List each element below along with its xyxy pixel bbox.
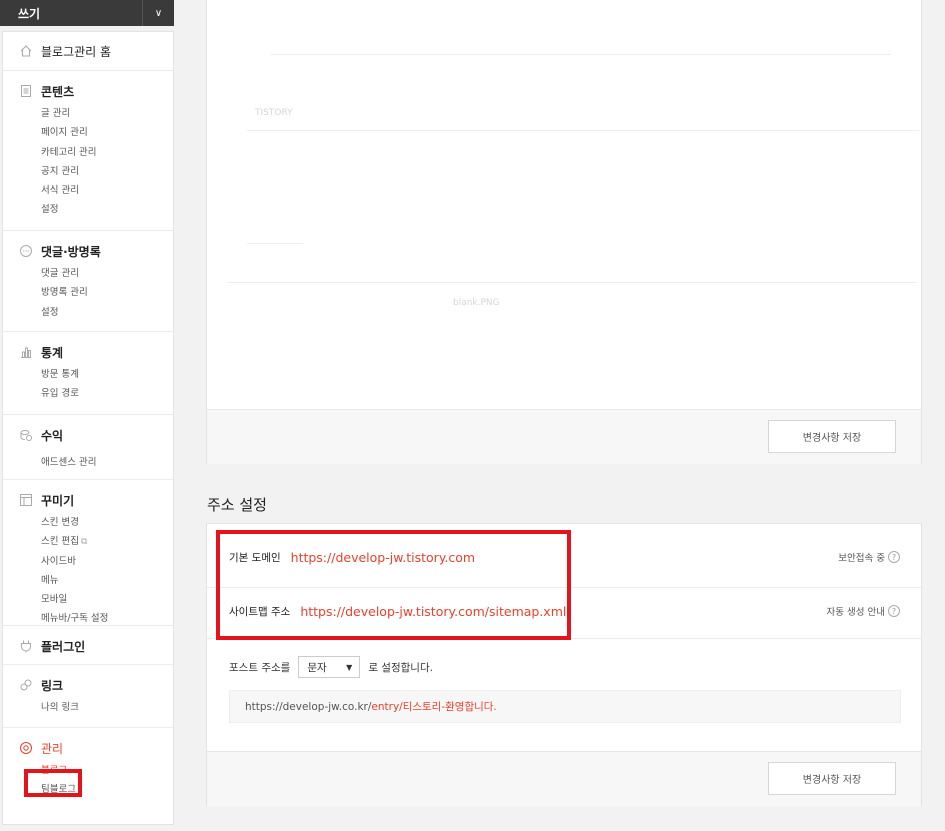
sidebar-item-revenue[interactable]: 수익 — [19, 425, 173, 445]
sidebar-item-category-manage[interactable]: 카테고리 관리 — [41, 143, 173, 162]
post-address-row: 포스트 주소를 문자 ▼ 로 설정합니다. — [229, 656, 433, 678]
sidebar-item-adsense[interactable]: 애드센스 관리 — [41, 453, 173, 472]
sidebar-item-page-manage[interactable]: 페이지 관리 — [41, 123, 173, 142]
sidebar-item-visit-stats[interactable]: 방문 통계 — [41, 365, 173, 384]
auto-generate-label: 자동 생성 안내 — [826, 607, 885, 618]
sidebar-item-admin[interactable]: 관리 — [19, 738, 173, 758]
external-link-icon: ⧉ — [80, 537, 88, 548]
sidebar-item-menu[interactable]: 메뉴 — [41, 571, 173, 590]
domain-row: 기본 도메인 https://develop-jw.tistory.com 보안… — [207, 530, 921, 584]
post-address-select[interactable]: 문자 ▼ — [298, 656, 361, 678]
faint-divider — [247, 243, 303, 244]
sidebar-item-content[interactable]: 콘텐츠 — [19, 81, 173, 101]
address-settings-panel: 기본 도메인 https://develop-jw.tistory.com 보안… — [206, 523, 922, 806]
document-icon — [19, 84, 33, 98]
post-address-suffix: 로 설정합니다. — [368, 661, 433, 674]
sidebar-item-skin-change[interactable]: 스킨 변경 — [41, 513, 173, 532]
sidebar-section-home: 블로그관리 홈 — [3, 32, 173, 71]
help-icon: ? — [888, 551, 900, 563]
bar-chart-icon — [19, 345, 33, 359]
sidebar-item-design[interactable]: 꾸미기 — [19, 490, 173, 510]
sidebar-item-sidebar[interactable]: 사이드바 — [41, 552, 173, 571]
sidebar-item-my-links[interactable]: 나의 링크 — [41, 698, 173, 717]
save-row: 변경사항 저장 — [207, 409, 921, 464]
sidebar-item-blog[interactable]: 블로그 — [41, 761, 173, 780]
sidebar-item-comment-manage[interactable]: 댓글 관리 — [41, 264, 173, 283]
write-dropdown-toggle[interactable]: ∨ — [142, 0, 174, 26]
domain-label: 기본 도메인 — [229, 551, 281, 564]
sidebar-item-link[interactable]: 링크 — [19, 675, 173, 695]
sidebar-section-title: 꾸미기 — [41, 493, 75, 508]
example-base-url: https://develop-jw.co.kr/ — [245, 700, 372, 713]
sidebar-section-admin: 관리 블로그 팀블로그 — [3, 728, 173, 803]
save-row: 변경사항 저장 — [207, 751, 921, 806]
sidebar-section-title: 관리 — [41, 741, 64, 756]
write-bar: 쓰기 ∨ — [0, 0, 174, 26]
save-button-top[interactable]: 변경사항 저장 — [768, 420, 896, 453]
post-address-select-value: 문자 — [307, 661, 327, 674]
sidebar-item-skin-edit[interactable]: 스킨 편집 ⧉ — [41, 532, 173, 551]
sidebar-section-design: 꾸미기 스킨 변경 스킨 편집 ⧉ 사이드바 메뉴 모바일 메뉴바/구독 설정 — [3, 480, 173, 626]
faint-divider — [271, 54, 891, 55]
faint-divider — [247, 130, 919, 131]
sidebar-section-link: 링크 나의 링크 — [3, 665, 173, 728]
secure-connection-label: 보안접속 중 — [838, 553, 885, 564]
sidebar-item-plugin[interactable]: 플러그인 — [19, 636, 173, 656]
sidebar-section-content: 콘텐츠 글 관리 페이지 관리 카테고리 관리 공지 관리 서식 관리 설정 — [3, 71, 173, 231]
link-icon — [19, 678, 33, 692]
sidebar-item-comment-settings[interactable]: 설정 — [41, 303, 173, 322]
sitemap-row: 사이트맵 주소 https://develop-jw.tistory.com/s… — [207, 584, 921, 638]
sidebar-item-post-manage[interactable]: 글 관리 — [41, 104, 173, 123]
sidebar-section-title: 통계 — [41, 345, 64, 360]
caret-down-icon: ▼ — [346, 662, 353, 672]
sidebar-section-revenue: 수익 애드센스 관리 — [3, 415, 173, 480]
sidebar-section-stats: 통계 방문 통계 유입 경로 — [3, 332, 173, 415]
coin-icon — [19, 428, 33, 442]
help-icon: ? — [888, 605, 900, 617]
sidebar-menu: 블로그관리 홈 콘텐츠 글 관리 페이지 관리 카테고리 관리 공지 관리 서식… — [2, 31, 174, 825]
write-button[interactable]: 쓰기 — [0, 0, 142, 26]
skin-edit-label: 스킨 편집 — [41, 536, 79, 548]
sidebar-item-notice-manage[interactable]: 공지 관리 — [41, 162, 173, 181]
secure-connection-info[interactable]: 보안접속 중 ? — [838, 550, 900, 564]
comment-icon — [19, 244, 33, 258]
sidebar-item-content-settings[interactable]: 설정 — [41, 200, 173, 219]
gear-icon — [19, 741, 33, 755]
sidebar-section-title: 댓글·방명록 — [41, 244, 101, 259]
save-button-address[interactable]: 변경사항 저장 — [768, 762, 896, 795]
sidebar-section-title: 콘텐츠 — [41, 84, 75, 99]
sidebar-home-label: 블로그관리 홈 — [41, 44, 112, 59]
sidebar-item-referrer[interactable]: 유입 경로 — [41, 384, 173, 403]
sidebar-item-home[interactable]: 블로그관리 홈 — [19, 41, 173, 61]
sitemap-label: 사이트맵 주소 — [229, 605, 291, 618]
row-divider — [207, 638, 921, 639]
sitemap-url[interactable]: https://develop-jw.tistory.com/sitemap.x… — [300, 604, 566, 619]
plug-icon — [19, 639, 33, 653]
auto-generate-info[interactable]: 자동 생성 안내 ? — [827, 604, 900, 618]
faint-divider — [227, 282, 917, 283]
blog-settings-panel: TISTORY blank.PNG 변경사항 저장 — [206, 0, 922, 464]
sidebar-item-mobile[interactable]: 모바일 — [41, 590, 173, 609]
post-address-prefix: 포스트 주소를 — [229, 661, 291, 674]
sidebar-item-team-blog[interactable]: 팀블로그 — [41, 780, 173, 799]
sidebar-section-plugin: 플러그인 — [3, 626, 173, 665]
sidebar: 쓰기 ∨ 블로그관리 홈 콘텐츠 글 관리 페이지 관리 카테고리 관리 공지 … — [0, 0, 174, 831]
layout-icon — [19, 493, 33, 507]
faint-label: TISTORY — [255, 108, 293, 118]
chevron-down-icon: ∨ — [154, 7, 163, 19]
sidebar-section-title: 수익 — [41, 428, 64, 443]
faint-filename: blank.PNG — [453, 298, 500, 308]
address-section-title: 주소 설정 — [207, 496, 267, 514]
example-path: entry/티스토리-환영합니다. — [371, 701, 497, 713]
sidebar-item-template-manage[interactable]: 서식 관리 — [41, 181, 173, 200]
sidebar-item-stats[interactable]: 통계 — [19, 342, 173, 362]
domain-url[interactable]: https://develop-jw.tistory.com — [291, 550, 475, 565]
sidebar-item-comments[interactable]: 댓글·방명록 — [19, 241, 173, 261]
post-address-example: https://develop-jw.co.kr/entry/티스토리-환영합니… — [229, 690, 901, 723]
sidebar-item-guestbook-manage[interactable]: 방명록 관리 — [41, 283, 173, 302]
home-icon — [19, 44, 33, 58]
sidebar-section-title: 플러그인 — [41, 639, 86, 654]
sidebar-section-title: 링크 — [41, 678, 64, 693]
sidebar-section-comments: 댓글·방명록 댓글 관리 방명록 관리 설정 — [3, 231, 173, 332]
